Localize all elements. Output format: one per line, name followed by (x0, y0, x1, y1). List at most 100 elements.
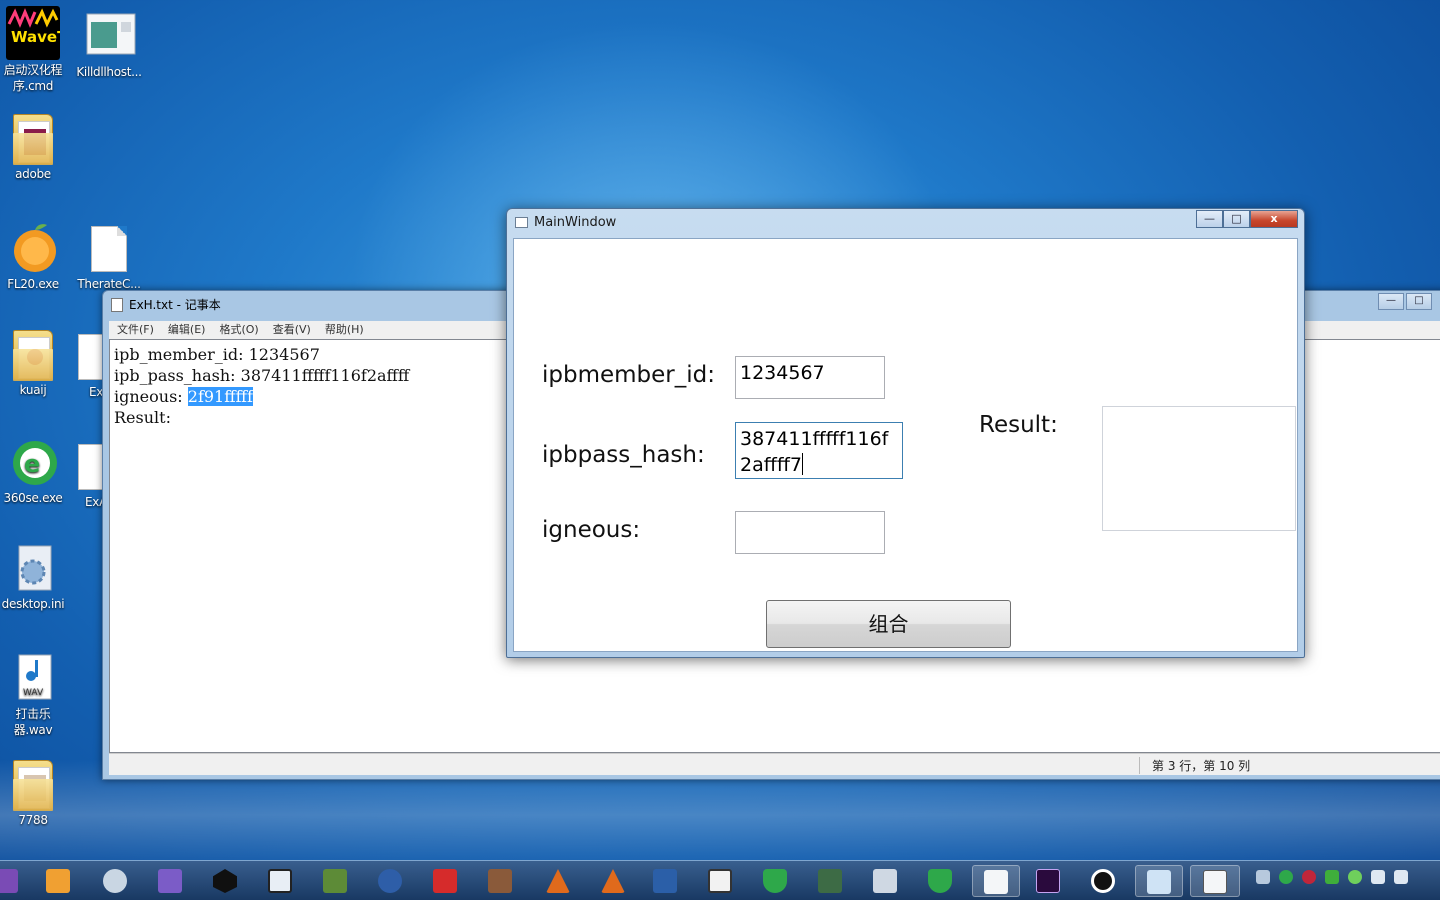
taskbar-app-360-safe-2[interactable] (920, 865, 960, 897)
calculator-icon (873, 869, 897, 893)
media-player-icon (0, 869, 18, 893)
taskbar-app-cinema4d[interactable] (370, 865, 410, 897)
notepad-titlebar[interactable]: ExH.txt - 记事本 (111, 296, 221, 313)
folder-icon (13, 330, 53, 381)
taskbar-app-360-safe[interactable] (755, 865, 795, 897)
block-icon (488, 869, 512, 893)
notepad-minimize-button[interactable]: — (1378, 293, 1404, 310)
desktop-icon-killdllhost[interactable]: Killdllhost... (73, 10, 145, 80)
taskbar-app-matlab[interactable] (538, 865, 578, 897)
taskbar-app-vlc[interactable] (38, 865, 78, 897)
taskbar-app-matlab-2[interactable] (593, 865, 633, 897)
pass-hash-input[interactable]: 387411fffff116f 2affff7 (735, 422, 903, 479)
minecraft-icon (323, 869, 347, 893)
monitor-icon (818, 869, 842, 893)
system-tray (1256, 870, 1408, 890)
matlab-icon (546, 869, 570, 893)
taskbar-app-media-player[interactable] (0, 865, 26, 897)
wavetone-logo-text: WaveTone (11, 28, 60, 46)
desktop-icon-label: desktop.ini (1, 597, 65, 611)
fl-studio-icon (9, 222, 57, 274)
notepad-icon (1203, 870, 1227, 894)
taskbar-app-unity[interactable] (205, 865, 245, 897)
wechat-icon[interactable] (1348, 870, 1362, 884)
shield-icon (763, 869, 787, 893)
member-id-input[interactable]: 1234567 (735, 356, 885, 399)
notepad-maximize-button[interactable]: □ (1406, 293, 1432, 310)
desktop-icon-label: Killdllhost... (76, 65, 142, 79)
taskbar-app-minecraft[interactable] (315, 865, 355, 897)
taskbar-app-virtualbox[interactable] (260, 865, 300, 897)
package-icon (708, 869, 732, 893)
desktop-icon-wav[interactable]: WAV 打击乐器.wav (0, 652, 69, 738)
network-app-icon[interactable] (1279, 870, 1293, 884)
video-player-icon (46, 869, 70, 893)
unity-icon (213, 869, 237, 893)
record-indicator-icon[interactable] (1302, 870, 1316, 884)
main-window[interactable]: MainWindow — □ x ipbmember_id: 1234567 i… (506, 208, 1305, 658)
matlab-icon (601, 869, 625, 893)
cinema4d-icon (378, 869, 402, 893)
360se-browser-icon: e (9, 436, 57, 488)
taskbar-app-notepad[interactable] (1190, 865, 1240, 897)
result-label: Result: (979, 412, 1058, 438)
taskbar-app-visual-studio[interactable] (150, 865, 190, 897)
desktop-icon-wavetone[interactable]: WaveTone 启动汉化程序.cmd (0, 6, 96, 94)
result-output[interactable] (1102, 406, 1296, 531)
main-window-titlebar[interactable]: MainWindow (515, 215, 616, 230)
pass-hash-label: ipbpass_hash: (542, 442, 705, 468)
maximize-button[interactable]: □ (1223, 210, 1250, 228)
taskbar-app-finder[interactable] (95, 865, 135, 897)
network-icon[interactable] (1394, 870, 1408, 884)
desktop-icon-label: kuaij (19, 383, 47, 397)
close-button[interactable]: x (1250, 210, 1298, 228)
volume-icon[interactable] (1371, 870, 1385, 884)
virtualbox-icon (268, 869, 292, 893)
desktop-icon-360se[interactable]: e 360se.exe (0, 436, 69, 506)
taskbar-app-monitor[interactable] (810, 865, 850, 897)
record-icon (1091, 869, 1115, 893)
wav-file-icon: WAV (9, 652, 57, 704)
nvidia-icon[interactable] (1325, 870, 1339, 884)
taskbar-app-calculator[interactable] (865, 865, 905, 897)
window-app-icon (85, 10, 136, 62)
text-line-prefix: igneous: (114, 387, 188, 406)
taskbar-app-powershell[interactable] (645, 865, 685, 897)
window-icon (515, 217, 528, 228)
premiere-icon (1036, 869, 1060, 893)
igneous-input[interactable] (735, 511, 885, 554)
menu-format[interactable]: 格式(O) (219, 321, 258, 339)
keyboard-icon[interactable] (1256, 870, 1270, 884)
desktop-icon-fl20[interactable]: FL20.exe (0, 222, 69, 292)
menu-view[interactable]: 查看(V) (273, 321, 311, 339)
desktop-icon-7788[interactable]: 7788 (0, 758, 69, 828)
main-window-client: ipbmember_id: 1234567 ipbpass_hash: 3874… (513, 238, 1298, 652)
taskbar-app-obs[interactable] (1083, 865, 1123, 897)
taskbar-app-wps[interactable] (425, 865, 465, 897)
minimize-button[interactable]: — (1196, 210, 1223, 228)
taskbar-app-minecraft-2[interactable] (480, 865, 520, 897)
desktop-icon-therate[interactable]: TherateC... (73, 222, 145, 292)
notepad-window-controls: — □ (1378, 293, 1432, 310)
desktop-icon-label: 打击乐器.wav (13, 707, 53, 737)
menu-edit[interactable]: 编辑(E) (168, 321, 206, 339)
taskbar-app-notepad-window[interactable] (972, 865, 1020, 897)
window-app-icon (1147, 870, 1171, 894)
taskbar-app-premiere[interactable] (1028, 865, 1068, 897)
taskbar-app-package[interactable] (700, 865, 740, 897)
desktop-icon-kuaij[interactable]: kuaij (0, 328, 69, 398)
menu-file[interactable]: 文件(F) (117, 321, 154, 339)
wavetone-icon: WaveTone (6, 6, 96, 60)
desktop-icon-desktop-ini[interactable]: desktop.ini (0, 542, 69, 612)
powershell-icon (653, 869, 677, 893)
taskbar (0, 860, 1440, 900)
folder-icon (13, 760, 53, 811)
combine-button[interactable]: 组合 (766, 600, 1011, 648)
taskbar-app-mainwindow[interactable] (1135, 865, 1183, 897)
main-window-controls: — □ x (1196, 210, 1298, 228)
desktop-icon-adobe[interactable]: adobe (0, 112, 69, 182)
pass-hash-line: 387411fffff116f (740, 428, 889, 450)
wps-icon (433, 869, 457, 893)
desktop-icon-label: 360se.exe (3, 491, 63, 505)
menu-help[interactable]: 帮助(H) (325, 321, 364, 339)
